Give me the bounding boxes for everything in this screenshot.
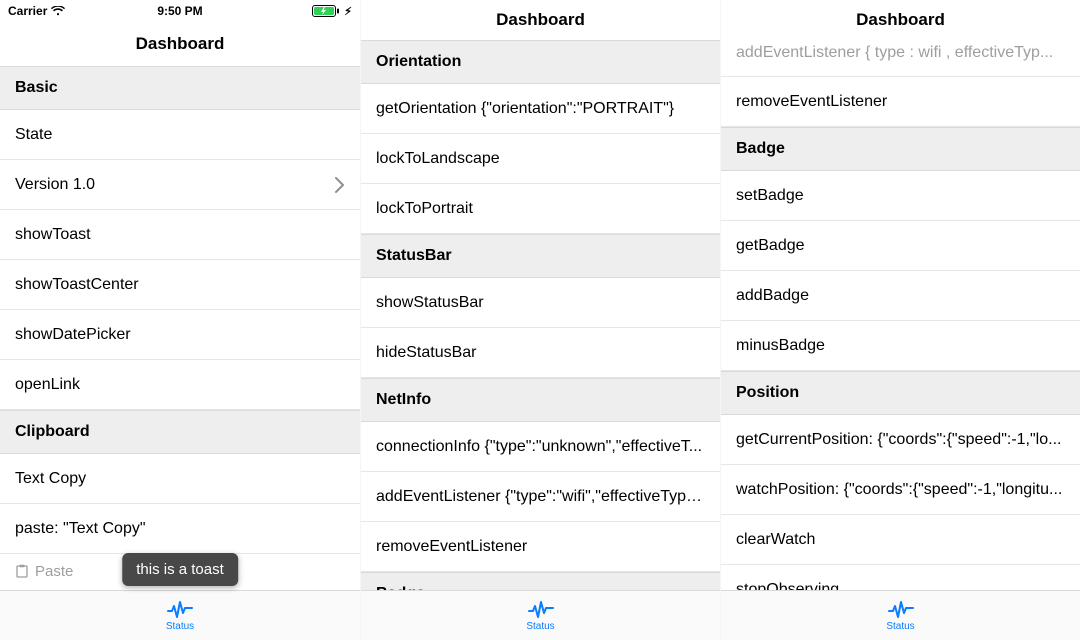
section-orientation: Orientation — [361, 40, 720, 84]
clipboard-icon — [15, 564, 29, 578]
row-text-copy[interactable]: Text Copy — [0, 454, 360, 504]
row-lock-landscape[interactable]: lockToLandscape — [361, 134, 720, 184]
row-get-badge[interactable]: getBadge — [721, 221, 1080, 271]
row-show-toast[interactable]: showToast — [0, 210, 360, 260]
screen-2: Dashboard Orientation getOrientation {"o… — [360, 0, 720, 640]
status-tab-label[interactable]: Status — [886, 621, 914, 632]
row-set-badge[interactable]: setBadge — [721, 171, 1080, 221]
tab-bar: Status — [0, 590, 360, 640]
row-paste[interactable]: paste: "Text Copy" — [0, 504, 360, 554]
nav-title: Dashboard — [856, 10, 945, 30]
tab-bar: Status — [721, 590, 1080, 640]
section-netinfo: NetInfo — [361, 378, 720, 422]
section-badge: Badge — [361, 572, 720, 590]
nav-bar: Dashboard — [361, 0, 720, 40]
section-statusbar: StatusBar — [361, 234, 720, 278]
row-remove-event-listener[interactable]: removeEventListener — [361, 522, 720, 572]
row-show-statusbar[interactable]: showStatusBar — [361, 278, 720, 328]
row-connection-info[interactable]: connectionInfo {"type":"unknown","effect… — [361, 422, 720, 472]
section-badge: Badge — [721, 127, 1080, 171]
screen-3: Dashboard addEventListener { type : wifi… — [720, 0, 1080, 640]
row-show-date-picker[interactable]: showDatePicker — [0, 310, 360, 360]
section-position: Position — [721, 371, 1080, 415]
nav-title: Dashboard — [496, 10, 585, 30]
row-add-event-listener[interactable]: addEventListener {"type":"wifi","effecti… — [361, 472, 720, 522]
section-basic: Basic — [0, 66, 360, 110]
battery-charging-icon — [312, 5, 340, 17]
charging-bolt-icon: ⚡︎ — [344, 5, 352, 18]
screen-1: Carrier 9:50 PM ⚡︎ Dashboard Basic State… — [0, 0, 360, 640]
wifi-icon — [51, 6, 65, 16]
row-state[interactable]: State — [0, 110, 360, 160]
row-stop-observing[interactable]: stopObserving — [721, 565, 1080, 590]
row-remove-event-listener[interactable]: removeEventListener — [721, 77, 1080, 127]
ios-status-bar: Carrier 9:50 PM ⚡︎ — [0, 0, 360, 22]
settings-list: Basic State Version 1.0 showToast showTo… — [0, 66, 360, 590]
status-tab-icon[interactable] — [167, 600, 193, 620]
row-clear-watch[interactable]: clearWatch — [721, 515, 1080, 565]
nav-bar: Dashboard — [721, 0, 1080, 40]
nav-bar: Dashboard — [0, 22, 360, 66]
tab-bar: Status — [361, 590, 720, 640]
row-add-event-listener-partial[interactable]: addEventListener { type : wifi , effecti… — [721, 40, 1080, 77]
chevron-right-icon — [335, 177, 345, 193]
row-minus-badge[interactable]: minusBadge — [721, 321, 1080, 371]
nav-title: Dashboard — [136, 34, 225, 54]
row-add-badge[interactable]: addBadge — [721, 271, 1080, 321]
section-clipboard: Clipboard — [0, 410, 360, 454]
status-tab-icon[interactable] — [528, 600, 554, 620]
row-watch-position[interactable]: watchPosition: {"coords":{"speed":-1,"lo… — [721, 465, 1080, 515]
row-lock-portrait[interactable]: lockToPortrait — [361, 184, 720, 234]
row-version[interactable]: Version 1.0 — [0, 160, 360, 210]
settings-list: Orientation getOrientation {"orientation… — [361, 40, 720, 590]
status-tab-label[interactable]: Status — [166, 621, 194, 632]
status-tab-label[interactable]: Status — [526, 621, 554, 632]
row-get-orientation[interactable]: getOrientation {"orientation":"PORTRAIT"… — [361, 84, 720, 134]
carrier-label: Carrier — [8, 4, 47, 18]
row-show-toast-center[interactable]: showToastCenter — [0, 260, 360, 310]
row-hide-statusbar[interactable]: hideStatusBar — [361, 328, 720, 378]
toast: this is a toast — [122, 553, 238, 586]
status-tab-icon[interactable] — [888, 600, 914, 620]
row-open-link[interactable]: openLink — [0, 360, 360, 410]
settings-list: addEventListener { type : wifi , effecti… — [721, 40, 1080, 590]
row-get-current-position[interactable]: getCurrentPosition: {"coords":{"speed":-… — [721, 415, 1080, 465]
